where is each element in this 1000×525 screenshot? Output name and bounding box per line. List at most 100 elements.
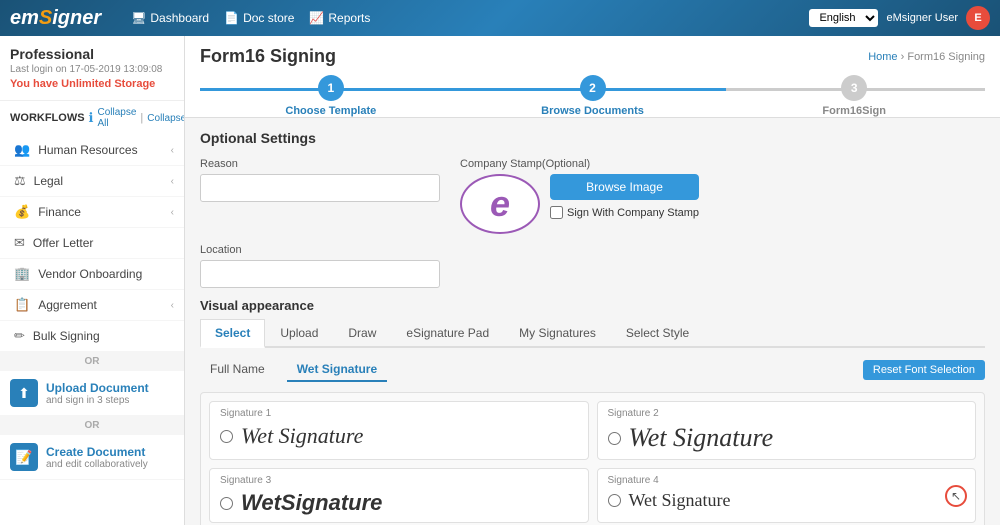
step-2-label: Browse Documents xyxy=(541,105,644,117)
sig-tab-wetsig[interactable]: Wet Signature xyxy=(287,358,387,382)
step-3-label: Form16Sign xyxy=(822,105,886,117)
page-header: Form16 Signing Home › Form16 Signing 1 xyxy=(185,36,1000,118)
create-document-action[interactable]: 📝 Create Document and edit collaborative… xyxy=(0,435,184,480)
breadcrumb-home[interactable]: Home xyxy=(868,51,897,63)
upload-sub: and sign in 3 steps xyxy=(46,395,149,406)
reason-label: Reason xyxy=(200,158,440,170)
sidebar-item-offerletter-label: Offer Letter xyxy=(33,236,93,250)
location-label: Location xyxy=(200,244,440,256)
info-icon: ℹ xyxy=(89,110,94,126)
sig-card-2[interactable]: Signature 2 Wet Signature xyxy=(597,401,977,460)
location-input[interactable] xyxy=(200,260,440,288)
tab-draw[interactable]: Draw xyxy=(333,319,391,348)
sig-text-1: Wet Signature xyxy=(241,423,363,449)
sig-card-1[interactable]: Signature 1 Wet Signature xyxy=(209,401,589,460)
sig-text-3: WetSignature xyxy=(241,490,382,516)
chevron-icon: ‹ xyxy=(171,176,174,187)
sign-company-checkbox-row: Sign With Company Stamp xyxy=(550,206,699,219)
sign-company-checkbox[interactable] xyxy=(550,206,563,219)
sig-card-3-content: WetSignature xyxy=(220,490,578,516)
logo: emSigner xyxy=(10,7,101,30)
tab-upload[interactable]: Upload xyxy=(265,319,333,348)
upload-icon: ⬆ xyxy=(10,379,38,407)
sig-card-1-content: Wet Signature xyxy=(220,423,578,449)
step-1: 1 Choose Template xyxy=(200,75,462,117)
chevron-icon: ‹ xyxy=(171,145,174,156)
tab-select-style[interactable]: Select Style xyxy=(611,319,704,348)
create-title: Create Document xyxy=(46,445,148,459)
tab-my-signatures[interactable]: My Signatures xyxy=(504,319,611,348)
company-stamp-label: Company Stamp(Optional) xyxy=(460,158,985,170)
reports-icon: 📈 xyxy=(309,11,324,25)
sig-card-2-content: Wet Signature xyxy=(608,423,966,453)
collapse-all-link[interactable]: Collapse All xyxy=(98,107,137,129)
breadcrumb: Home › Form16 Signing xyxy=(868,51,985,63)
upload-document-action[interactable]: ⬆ Upload Document and sign in 3 steps xyxy=(0,371,184,416)
optional-settings-title: Optional Settings xyxy=(200,130,985,146)
aggrement-icon: 📋 xyxy=(14,297,30,313)
dashboard-icon: 🖥 xyxy=(131,11,146,25)
sidebar-item-bulksigning[interactable]: ✏ Bulk Signing xyxy=(0,321,184,352)
sig-radio-2[interactable] xyxy=(608,432,621,445)
steps-container: 1 Choose Template 2 Browse Documents 3 xyxy=(200,75,985,117)
sidebar-item-hr[interactable]: 👥 Human Resources ‹ xyxy=(0,135,184,166)
page-title: Form16 Signing xyxy=(200,46,336,67)
step-3-circle: 3 xyxy=(841,75,867,101)
visual-tabs: Select Upload Draw eSignature Pad My Sig… xyxy=(200,319,985,348)
tab-esignature-pad[interactable]: eSignature Pad xyxy=(391,319,504,348)
step-1-circle: 1 xyxy=(318,75,344,101)
collapse-link[interactable]: Collapse xyxy=(147,113,185,124)
sig-text-4: Wet Signature xyxy=(629,490,731,511)
reason-input[interactable] xyxy=(200,174,440,202)
signature-grid: Signature 1 Wet Signature Signature 2 We… xyxy=(200,392,985,525)
stamp-actions: Browse Image Sign With Company Stamp xyxy=(550,174,699,219)
breadcrumb-current: Form16 Signing xyxy=(907,51,985,63)
bulk-icon: ✏ xyxy=(14,328,25,344)
sig-card-1-label: Signature 1 xyxy=(220,408,578,419)
sig-radio-1[interactable] xyxy=(220,430,233,443)
sig-card-4[interactable]: Signature 4 Wet Signature ↖ xyxy=(597,468,977,523)
sig-card-4-content: Wet Signature xyxy=(608,490,966,511)
step-2-circle: 2 xyxy=(580,75,606,101)
sig-card-3-label: Signature 3 xyxy=(220,475,578,486)
nav-dashboard[interactable]: 🖥 Dashboard xyxy=(131,11,209,25)
nav-docstore-label: Doc store xyxy=(243,11,294,25)
offerletter-icon: ✉ xyxy=(14,235,25,251)
sidebar-item-offerletter[interactable]: ✉ Offer Letter xyxy=(0,228,184,259)
nav-docstore[interactable]: 📄 Doc store xyxy=(224,11,294,25)
workflows-label: WORKFLOWS xyxy=(10,112,85,124)
nav-reports-label: Reports xyxy=(328,11,370,25)
sig-tab-fullname[interactable]: Full Name xyxy=(200,358,275,382)
language-select[interactable]: English xyxy=(809,9,878,27)
step-3: 3 Form16Sign xyxy=(723,75,985,117)
sig-radio-3[interactable] xyxy=(220,497,233,510)
browse-image-button[interactable]: Browse Image xyxy=(550,174,699,200)
avatar: E xyxy=(966,6,990,30)
step-1-label: Choose Template xyxy=(285,105,376,117)
sidebar-item-finance[interactable]: 💰 Finance ‹ xyxy=(0,197,184,228)
visual-section: Visual appearance Select Upload Draw eSi… xyxy=(200,298,985,525)
create-icon: 📝 xyxy=(10,443,38,471)
sidebar-item-hr-label: Human Resources xyxy=(38,143,137,157)
reset-font-button[interactable]: Reset Font Selection xyxy=(863,360,985,380)
sig-card-2-label: Signature 2 xyxy=(608,408,966,419)
sig-text-2: Wet Signature xyxy=(629,423,774,453)
tab-select[interactable]: Select xyxy=(200,319,265,348)
sidebar-item-aggrement[interactable]: 📋 Aggrement ‹ xyxy=(0,290,184,321)
sig-card-4-label: Signature 4 xyxy=(608,475,966,486)
content-area: Optional Settings Reason Company Stamp(O… xyxy=(185,118,1000,525)
cursor-circle: ↖ xyxy=(945,485,967,507)
step-2: 2 Browse Documents xyxy=(462,75,724,117)
stamp-logo: e xyxy=(490,183,510,225)
sig-toolbar: Full Name Wet Signature Reset Font Selec… xyxy=(200,358,985,382)
or-divider-1: OR xyxy=(0,352,184,371)
sidebar-item-legal[interactable]: ⚖ Legal ‹ xyxy=(0,166,184,197)
sidebar-item-vendoronboarding[interactable]: 🏢 Vendor Onboarding xyxy=(0,259,184,290)
sig-card-3[interactable]: Signature 3 WetSignature xyxy=(209,468,589,523)
cursor-arrow-icon: ↖ xyxy=(951,489,961,503)
header-right: English eMsigner User E xyxy=(809,6,990,30)
finance-icon: 💰 xyxy=(14,204,30,220)
sidebar-profile: Professional Last login on 17-05-2019 13… xyxy=(0,36,184,101)
nav-reports[interactable]: 📈 Reports xyxy=(309,11,370,25)
sig-radio-4[interactable] xyxy=(608,494,621,507)
